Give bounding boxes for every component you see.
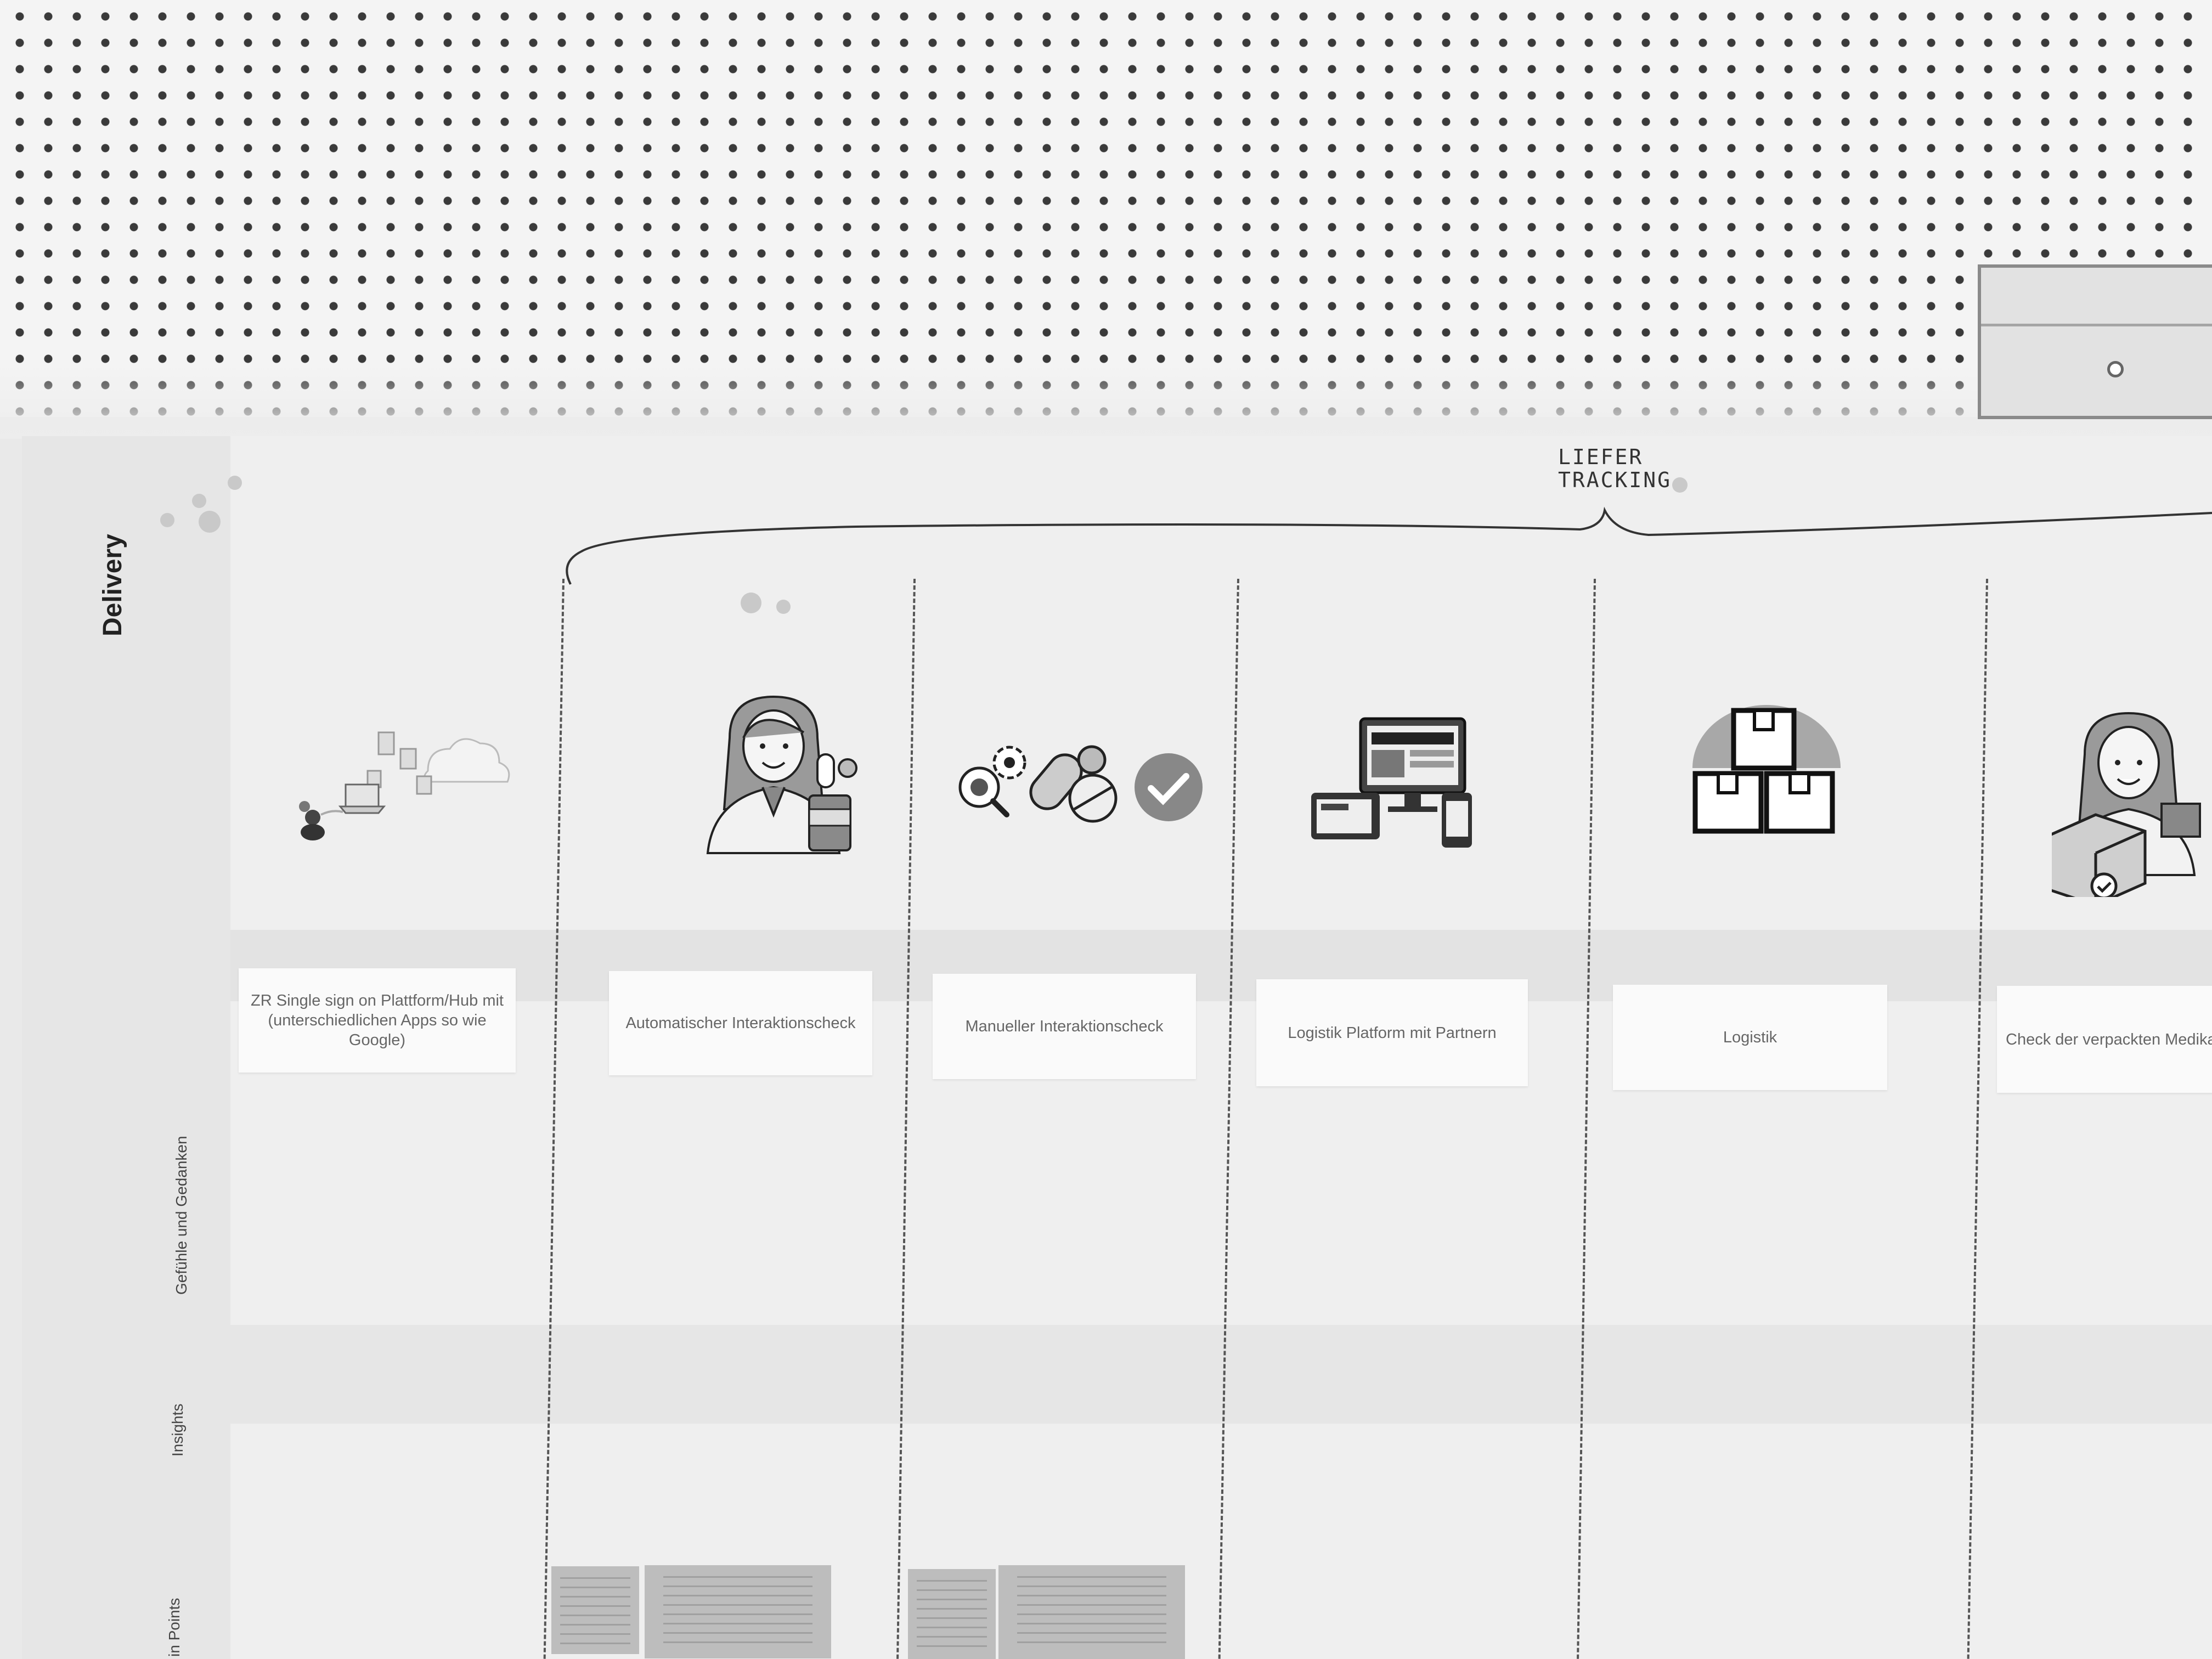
step-label: Automatischer Interaktionscheck [625,1014,856,1032]
column-divider [1577,578,1596,1659]
step-card: Manueller Interaktionscheck [933,974,1196,1079]
lane-label-feelings: Gefühle und Gedanken [173,1136,190,1295]
journey-map-poster: Delivery Gefühle und Gedanken Insights i… [22,436,2212,1659]
column-divider [896,578,916,1659]
sticky-note [908,1569,996,1659]
sticky-note [551,1566,639,1654]
handdrawn-brace [566,506,2212,585]
insights-band [230,1325,2212,1424]
boxes-icon [1692,705,1841,834]
annotation-line-1: LIEFER [1558,445,1644,469]
sticky-text-lines [560,1577,630,1645]
sticky-text-lines [663,1576,812,1650]
step-label: Logistik [1723,1029,1778,1046]
step-card: ZR Single sign on Plattform/Hub mit (unt… [239,968,516,1073]
step-card: Logistik [1613,985,1887,1090]
sticky-text-lines [1017,1576,1166,1650]
sticky-note [998,1565,1185,1659]
step-label: Manueller Interaktionscheck [965,1018,1164,1035]
step-label: Check der verpackten Medika [2006,1030,2212,1048]
step-card: Check der verpackten Medika [1997,986,2212,1093]
devices-icon [1311,717,1472,848]
pharmacist-package-icon [2052,712,2201,897]
step-label: Logistik Platform mit Partnern [1288,1024,1497,1042]
pharmacist-icon [706,695,857,854]
sticky-text-lines [917,1580,987,1650]
pills-check-icon [958,745,1203,823]
step-card: Logistik Platform mit Partnern [1256,979,1528,1086]
column-divider [1967,578,1988,1659]
column-divider [543,578,565,1659]
handwritten-annotation: LIEFER TRACKING [1558,445,1672,492]
step-label: ZR Single sign on Plattform/Hub mit (unt… [251,992,504,1049]
sticky-note [645,1565,831,1658]
phase-band [230,930,2212,1001]
lane-label-insights: Insights [169,1403,186,1457]
step-card: Automatischer Interaktionscheck [609,971,872,1075]
cloud-sync-icon [299,731,510,840]
lane-label-pain-points: in Points [166,1598,183,1657]
annotation-line-2: TRACKING [1558,468,1672,492]
